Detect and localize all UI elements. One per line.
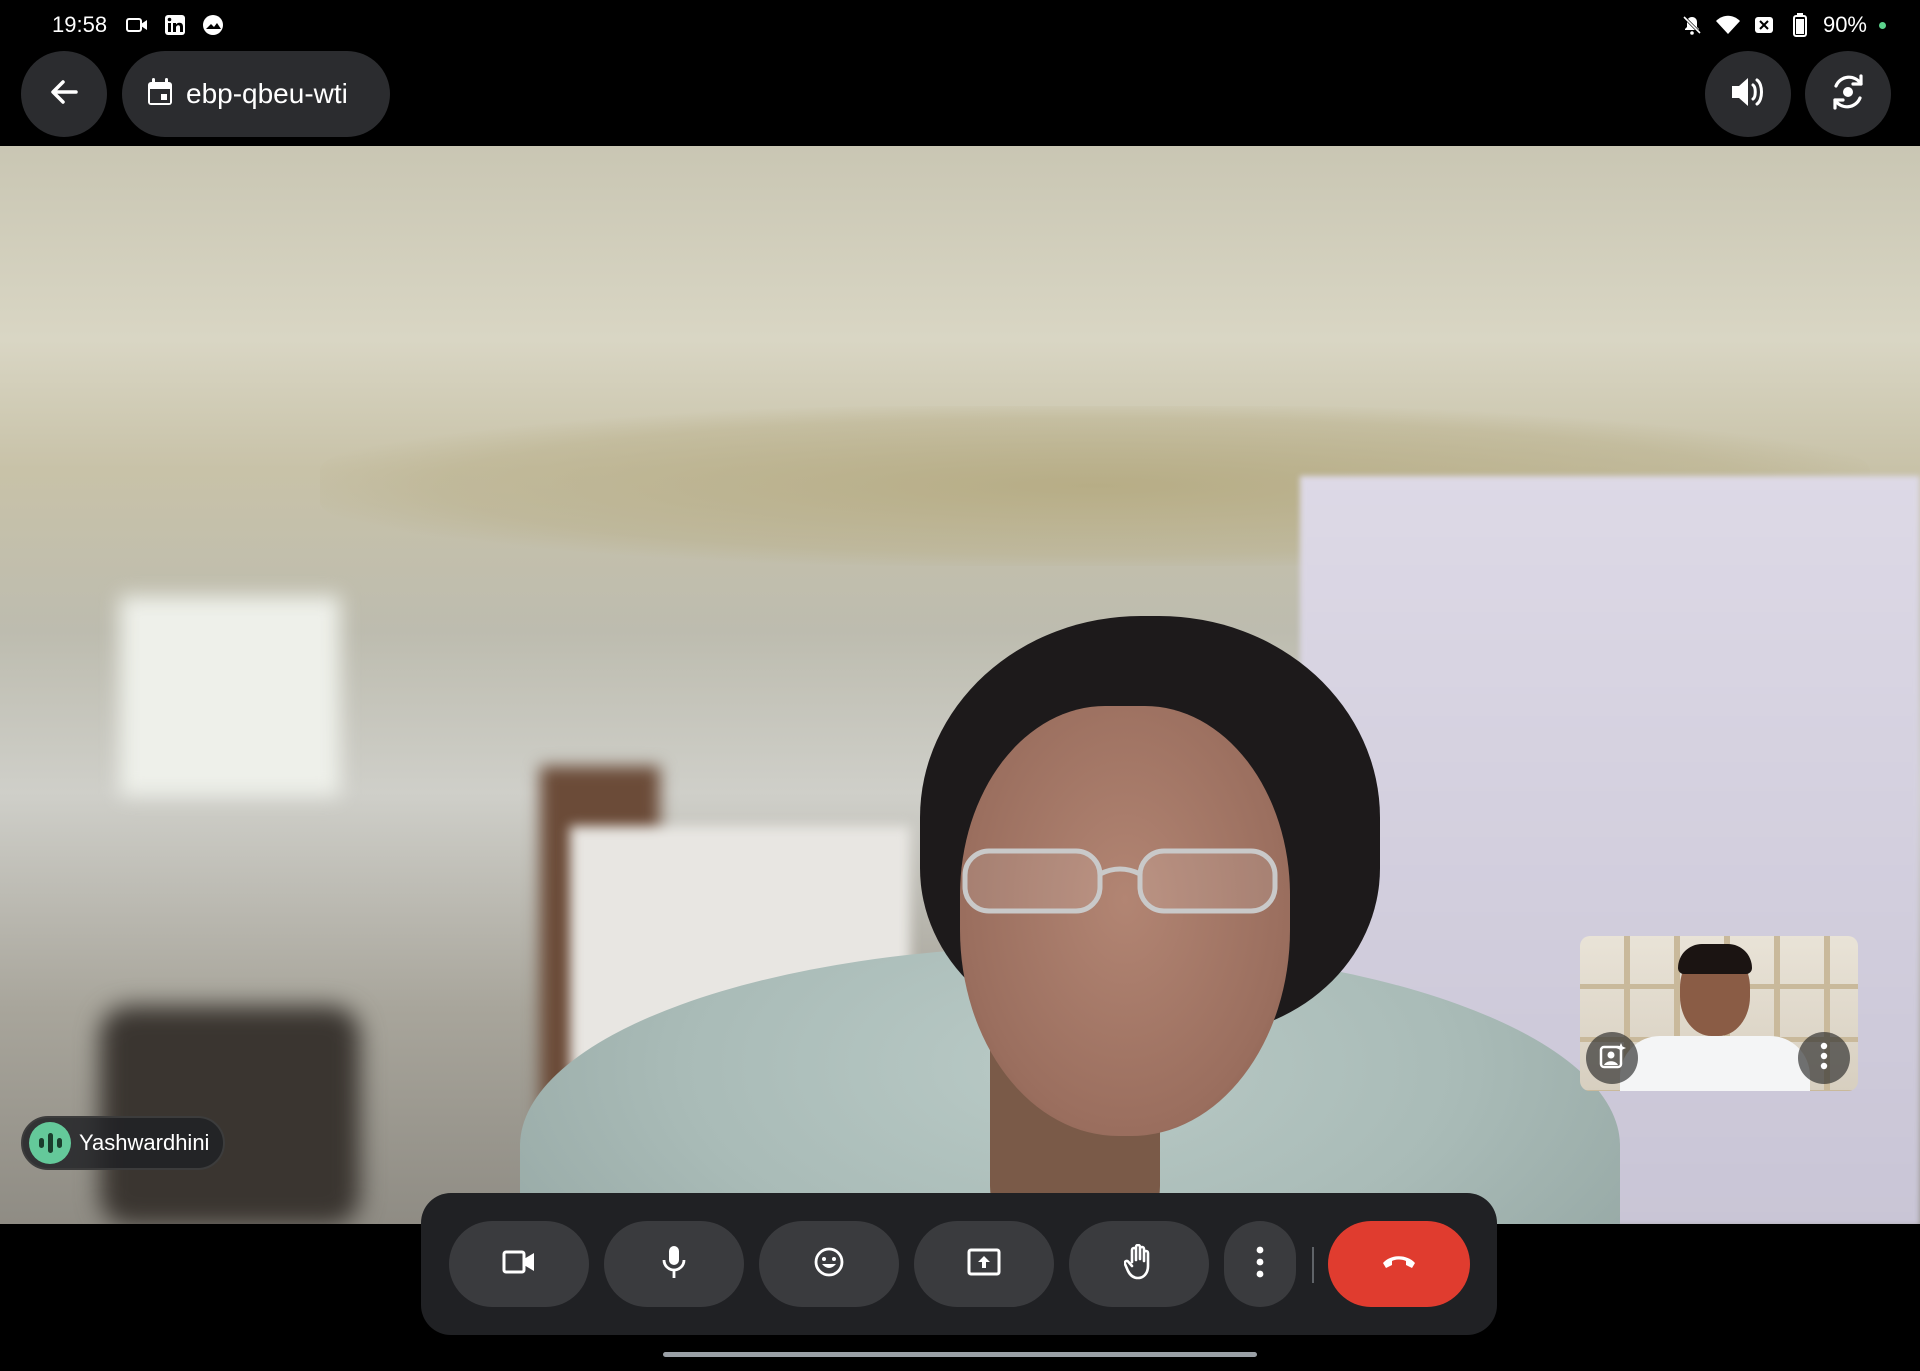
participant-glasses [962,848,1278,914]
image-effects-icon [1598,1042,1626,1075]
microphone-toggle-button[interactable] [604,1221,744,1307]
flip-camera-button[interactable] [1805,51,1891,137]
battery-percentage: 90% [1822,12,1867,37]
volume-icon [1729,74,1767,115]
emoji-icon [813,1246,845,1283]
calendar-icon [146,77,174,112]
flip-camera-icon [1828,72,1868,117]
battery-icon [1787,12,1813,38]
more-vert-icon [1819,1042,1829,1075]
home-indicator[interactable] [663,1352,1257,1357]
status-time: 19:58 [52,12,108,37]
wifi-icon [1715,12,1741,38]
reactions-button[interactable] [759,1221,899,1307]
video-recording-icon [124,12,150,38]
notifications-muted-icon [1679,12,1705,38]
back-button[interactable] [21,51,107,137]
self-view-person-hair [1678,944,1752,974]
end-call-button[interactable] [1328,1221,1470,1307]
video-background-window [120,596,340,796]
present-screen-icon [967,1247,1001,1282]
speaking-indicator-icon [29,1122,71,1164]
self-view-more-button[interactable] [1798,1032,1850,1084]
present-screen-button[interactable] [914,1221,1054,1307]
controls-divider [1312,1247,1314,1283]
call-controls-bar [421,1193,1497,1335]
audio-output-button[interactable] [1705,51,1791,137]
more-vert-icon [1255,1246,1265,1283]
charging-indicator [1879,21,1886,29]
hand-icon [1123,1243,1154,1285]
participant-name-chip[interactable]: Yashwardhini [21,1116,226,1170]
arrow-back-icon [46,74,82,115]
camera-toggle-button[interactable] [449,1221,589,1307]
meeting-info-chip[interactable]: ebp-qbeu-wti [122,51,390,137]
linkedin-icon [162,12,188,38]
gallery-icon [200,12,226,38]
meeting-code: ebp-qbeu-wti [186,78,348,109]
self-view-tile[interactable] [1580,936,1858,1091]
self-view-person-body [1620,1036,1810,1091]
mic-icon [662,1245,686,1284]
videocam-icon [502,1249,536,1280]
raise-hand-button[interactable] [1069,1221,1209,1307]
status-bar: 19:58 90% [0,0,1920,50]
status-left-icons [124,12,226,38]
self-view-effects-button[interactable] [1586,1032,1638,1084]
video-background-chair [100,1006,360,1224]
call-end-icon [1381,1253,1417,1276]
status-right-icons: 90% [1679,12,1886,38]
participant-name: Yashwardhini [79,1130,210,1155]
no-sim-icon [1751,12,1777,38]
more-options-button[interactable] [1224,1221,1296,1307]
